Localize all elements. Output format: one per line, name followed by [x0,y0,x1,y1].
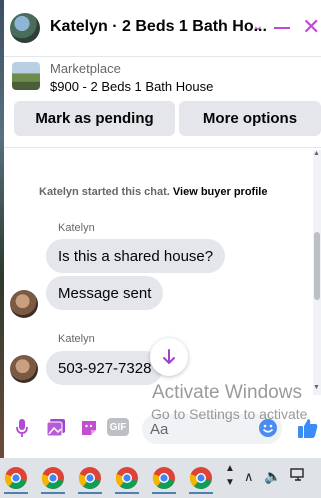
listing-thumbnail[interactable] [12,62,40,90]
sticker-icon[interactable] [77,416,101,440]
more-options-button[interactable]: More options [179,101,321,136]
system-message: Katelyn started this chat. [39,186,170,198]
activate-windows-subtitle: Go to Settings to activate [151,406,308,422]
mark-as-pending-button[interactable]: Mark as pending [14,101,175,136]
chrome-icon[interactable] [74,462,106,494]
contact-avatar[interactable] [10,13,40,43]
scroll-to-bottom-button[interactable] [150,338,188,376]
chat-title[interactable]: Katelyn · 2 Beds 1 Bath Ho... [50,18,267,36]
message-bubble[interactable]: Message sent [46,276,164,310]
chrome-icon[interactable] [111,462,143,494]
chrome-icon[interactable] [0,462,32,494]
message-sender: Katelyn [58,222,95,234]
minimize-icon[interactable] [274,27,290,29]
chat-started-notice: Katelyn started this chat. View buyer pr… [39,186,267,198]
message-sender: Katelyn [58,333,95,345]
view-buyer-profile-link[interactable]: View buyer profile [173,186,268,198]
chat-header[interactable]: Katelyn · 2 Beds 1 Bath Ho... ⌄ ✕ [4,0,321,56]
chrome-icon[interactable] [185,462,217,494]
listing-source: Marketplace [50,61,121,76]
network-icon[interactable] [290,468,306,485]
message-bubble[interactable]: Is this a shared house? [46,239,226,273]
chrome-icon[interactable] [37,462,69,494]
activate-windows-title: Activate Windows [152,382,302,403]
scrollbar-thumb[interactable] [314,232,320,300]
arrow-down-icon [163,349,175,364]
close-icon[interactable]: ✕ [302,16,320,38]
gif-icon[interactable]: GIF [107,418,129,436]
chrome-icon[interactable] [148,462,180,494]
listing-title[interactable]: $900 - 2 Beds 1 Bath House [50,79,213,94]
scroll-down-icon[interactable]: ▼ [313,384,320,391]
volume-icon[interactable]: 🔈 [264,468,281,485]
scroll-up-icon[interactable]: ▲ [313,150,320,157]
message-bubble[interactable]: 503-927-7328 [46,351,164,385]
chevron-down-icon[interactable]: ⌄ [252,17,264,34]
avatar[interactable] [10,290,38,318]
avatar[interactable] [10,355,38,383]
taskbar-scroll-icon[interactable]: ▲ ▼ [225,462,235,490]
photo-icon[interactable] [44,416,68,440]
chevron-up-icon[interactable]: ∧ [244,469,254,485]
header-divider [4,56,321,57]
microphone-icon[interactable] [10,416,34,440]
